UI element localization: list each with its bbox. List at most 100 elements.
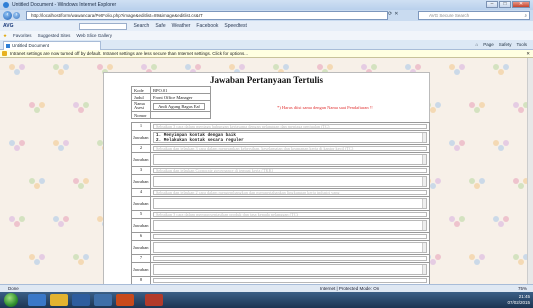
window-title: Untitled Document - Windows Internet Exp…: [12, 2, 117, 8]
answer-textarea[interactable]: [153, 220, 427, 231]
information-bar[interactable]: Intranet settings are now turned off by …: [0, 50, 533, 58]
table-row: Kode BPO.01: [131, 86, 211, 94]
avg-speedtest-button[interactable]: Speedtest: [224, 23, 247, 29]
textarea-scrollbar[interactable]: [422, 221, 426, 230]
avg-logo[interactable]: AVG: [3, 23, 13, 29]
answer-cell: [151, 175, 429, 188]
back-button[interactable]: ‹: [3, 11, 12, 20]
question-field[interactable]: Sebutkan 3 cara dalam memprosentasikan p…: [153, 212, 427, 217]
forward-button[interactable]: ›: [13, 12, 20, 19]
table-row: Judul Front Office Manager: [131, 93, 211, 101]
answer-label: Jawaban: [132, 175, 151, 188]
question-row: 6: [131, 233, 430, 241]
answer-textarea[interactable]: 1. Menyimpan kontak dengan baik 2. Melaku…: [153, 132, 427, 143]
answer-textarea[interactable]: [153, 154, 427, 165]
avg-search-box[interactable]: [79, 22, 128, 30]
ie-logo-icon: [3, 2, 9, 8]
url-field[interactable]: http://localhost/form/wawancara/PetFolio…: [26, 11, 388, 20]
page-icon: [6, 44, 10, 48]
question-field[interactable]: Sebutkan dan jelaskan 3 cara dalam mener…: [153, 146, 427, 151]
question-row: 7: [131, 255, 430, 263]
textarea-scrollbar[interactable]: [422, 177, 426, 186]
answer-row: Jawaban: [131, 241, 430, 255]
answer-textarea[interactable]: [153, 198, 427, 209]
answer-row: Jawaban 1. Menyimpan kontak dengan baik 2.…: [131, 131, 430, 145]
answer-row: Jawaban: [131, 153, 430, 167]
taskbar: 21:45 07/02/2015: [0, 292, 533, 308]
avg-safe-button[interactable]: Safe: [155, 23, 165, 29]
favorites-item-webslice[interactable]: Web Slice Gallery: [76, 33, 112, 38]
start-button[interactable]: [4, 293, 18, 307]
favorites-button[interactable]: Favorites: [13, 33, 32, 38]
question-field[interactable]: [153, 234, 427, 239]
close-button[interactable]: ✕: [512, 1, 530, 8]
question-number: 6: [132, 233, 151, 240]
nama-asesi-field[interactable]: Andi Agung Bagus Eaf: [153, 102, 205, 110]
textarea-scrollbar[interactable]: [422, 133, 426, 142]
pattern-motif: [53, 64, 71, 78]
textarea-scrollbar[interactable]: [422, 243, 426, 252]
question-cell: [151, 255, 429, 262]
question-field[interactable]: [153, 256, 427, 261]
minimize-button[interactable]: –: [486, 1, 498, 8]
page-scrollbar[interactable]: [527, 58, 533, 284]
answer-label: Jawaban: [132, 197, 151, 210]
safety-menu[interactable]: Safety: [499, 41, 512, 49]
favorites-star-icon: ★: [3, 32, 8, 38]
close-icon[interactable]: ✕: [526, 50, 530, 57]
pattern-motif: [493, 140, 511, 154]
question-number: 4: [132, 189, 151, 196]
question-field[interactable]: Sebutkan dan jelaskan Corporate governan…: [153, 168, 427, 173]
answer-cell: [151, 263, 429, 276]
answer-textarea[interactable]: [153, 242, 427, 253]
page-menu[interactable]: Page: [483, 41, 494, 49]
question-cell: Sebutkan dan jelaskan 2 cara dalam menge…: [151, 189, 429, 196]
active-app-taskbar-icon[interactable]: [145, 294, 163, 306]
pattern-motif: [29, 102, 47, 116]
meta-value-cell: Andi Agung Bagus Eaf: [150, 100, 211, 112]
search-input[interactable]: AVG Secure Search ⌕: [418, 11, 530, 20]
pattern-motif: [493, 64, 511, 78]
textarea-scrollbar[interactable]: [422, 199, 426, 208]
avg-facebook-button[interactable]: Facebook: [196, 23, 218, 29]
refresh-icon[interactable]: ⟳: [388, 11, 392, 17]
app-taskbar-icon[interactable]: [116, 294, 134, 306]
answer-cell: 1. Menyimpan kontak dengan baik 2. Melaku…: [151, 131, 429, 144]
meta-value: [150, 111, 211, 119]
search-icon[interactable]: ⌕: [524, 12, 527, 19]
word-taskbar-icon[interactable]: [94, 294, 112, 306]
explorer-taskbar-icon[interactable]: [50, 294, 68, 306]
stop-icon[interactable]: ✕: [394, 11, 398, 17]
avg-weather-button[interactable]: Weather: [172, 23, 191, 29]
favorites-item-suggested[interactable]: Suggested Sites: [38, 33, 71, 38]
question-row: 3 Sebutkan dan jelaskan Corporate governa…: [131, 167, 430, 175]
question-cell: Sebutkan dan jelaskan Corporate governan…: [151, 167, 429, 174]
zoom-level[interactable]: 75%: [518, 285, 527, 292]
avg-search-button[interactable]: Search: [133, 23, 149, 29]
maximize-button[interactable]: □: [499, 1, 511, 8]
home-icon[interactable]: ⌂: [475, 41, 478, 49]
textarea-scrollbar[interactable]: [422, 155, 426, 164]
pattern-motif: [9, 140, 27, 154]
meta-value: Front Office Manager: [150, 93, 211, 101]
tab-untitled-document[interactable]: Untitled Document: [3, 41, 101, 50]
ie-taskbar-icon[interactable]: [28, 294, 46, 306]
pattern-motif: [53, 140, 71, 154]
answer-label: Jawaban: [132, 241, 151, 254]
address-tools: ⟳ ✕: [388, 11, 398, 17]
clock-date[interactable]: 07/02/2015: [507, 300, 530, 306]
status-text: Done: [8, 286, 19, 291]
tab-row: Untitled Document ⌂ Page Safety Tools: [0, 40, 533, 50]
pattern-motif: [73, 178, 91, 192]
answer-textarea[interactable]: [153, 264, 427, 275]
question-field[interactable]: Sebutkan 3 cara dalam menjaga hubungan k…: [153, 124, 427, 129]
textarea-scrollbar[interactable]: [422, 265, 426, 274]
question-field[interactable]: [153, 278, 427, 283]
tools-menu[interactable]: Tools: [516, 41, 527, 49]
media-taskbar-icon[interactable]: [72, 294, 90, 306]
security-zone: Internet | Protected Mode: On: [320, 286, 380, 291]
question-field[interactable]: Sebutkan dan jelaskan 2 cara dalam menge…: [153, 190, 427, 195]
tab-label: Untitled Document: [12, 43, 50, 48]
answer-textarea[interactable]: [153, 176, 427, 187]
form-panel: Jawaban Pertanyaan Tertulis Kode BPO.01 …: [103, 72, 430, 284]
